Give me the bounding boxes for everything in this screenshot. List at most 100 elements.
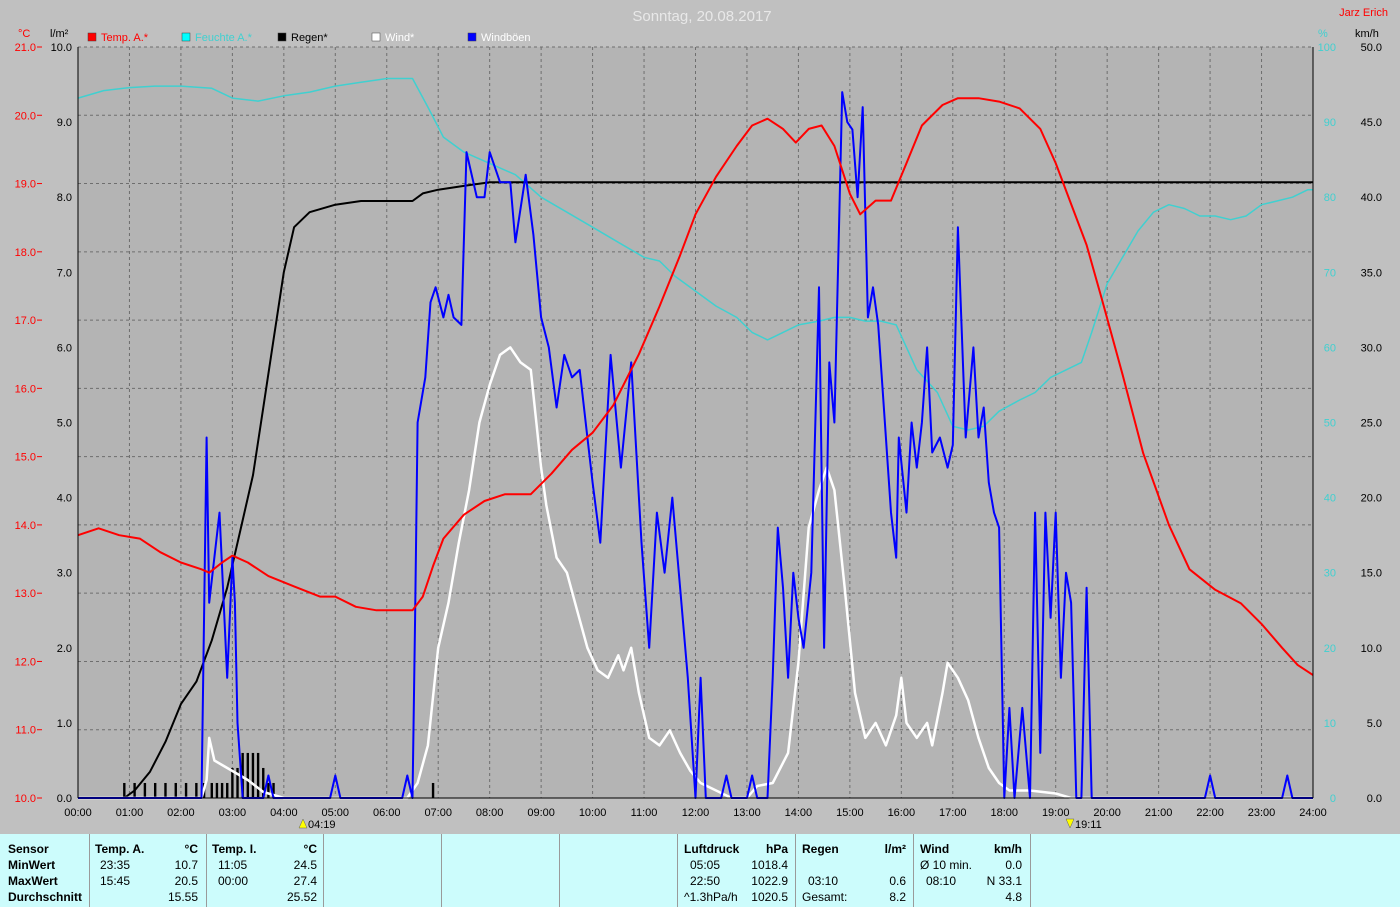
temp-tick-label: 16.0 xyxy=(15,383,36,395)
rain-max-value: 0.6 xyxy=(889,874,906,888)
temp-a-unit: °C xyxy=(184,842,198,856)
rain-tick-label: 1.0 xyxy=(57,718,72,730)
column-divider xyxy=(795,834,796,907)
rain-unit-label: l/m² xyxy=(50,28,69,40)
temp-i-unit: °C xyxy=(303,842,317,856)
pressure-max-time: 22:50 xyxy=(690,874,721,888)
temp-a-min-time: 23:35 xyxy=(100,858,131,872)
rain-max-time: 03:10 xyxy=(808,874,839,888)
wind-header: Wind xyxy=(920,842,950,856)
x-tick-label: 23:00 xyxy=(1248,807,1276,819)
wind-tick-label: 15.0 xyxy=(1361,568,1382,580)
humidity-tick-label: 60 xyxy=(1324,342,1336,354)
column-divider xyxy=(677,834,678,907)
x-tick-label: 20:00 xyxy=(1093,807,1121,819)
row-label-max: MaxWert xyxy=(8,874,58,888)
author-label: Jarz Erich xyxy=(1339,7,1388,19)
rain-bar xyxy=(210,782,213,798)
legend-swatch xyxy=(467,32,477,42)
rain-bar xyxy=(431,782,435,798)
rain-bar xyxy=(184,782,188,798)
rain-tick-label: 8.0 xyxy=(57,192,72,204)
rain-bar xyxy=(164,782,167,798)
rain-bar xyxy=(246,752,250,798)
rain-bar xyxy=(256,752,260,798)
rain-header: Regen xyxy=(802,842,839,856)
x-tick-label: 10:00 xyxy=(579,807,607,819)
rain-bar xyxy=(195,782,198,798)
column-divider xyxy=(441,834,442,907)
legend-swatch xyxy=(87,32,97,42)
temp-tick-label: 11.0 xyxy=(15,725,36,737)
temp-a-max-time: 15:45 xyxy=(100,874,131,888)
rain-bar xyxy=(153,782,157,798)
legend-label: Regen* xyxy=(291,32,328,44)
legend-label: Windböen xyxy=(481,32,531,44)
temp-i-header: Temp. I. xyxy=(212,842,257,856)
temp-tick-label: 13.0 xyxy=(15,588,36,600)
chart-title: Sonntag, 20.08.2017 xyxy=(632,8,771,25)
x-tick-label: 19:00 xyxy=(1042,807,1070,819)
temp-tick-label: 14.0 xyxy=(15,520,36,532)
x-tick-label: 17:00 xyxy=(939,807,967,819)
temp-i-min-value: 24.5 xyxy=(293,858,317,872)
x-tick-label: 08:00 xyxy=(476,807,504,819)
rain-bar xyxy=(143,782,147,798)
wind-tick-label: 10.0 xyxy=(1361,643,1382,655)
x-tick-label: 11:00 xyxy=(631,807,658,819)
column-divider xyxy=(913,834,914,907)
rain-bar xyxy=(215,782,219,798)
x-tick-label: 03:00 xyxy=(219,807,247,819)
rain-tick-label: 6.0 xyxy=(57,342,72,354)
humidity-tick-label: 30 xyxy=(1324,568,1336,580)
pressure-unit: hPa xyxy=(765,842,788,856)
legend-label: Feuchte A.* xyxy=(195,32,253,44)
x-tick-label: 21:00 xyxy=(1145,807,1173,819)
x-tick-label: 01:00 xyxy=(116,807,144,819)
column-divider xyxy=(323,834,324,907)
rain-tick-label: 9.0 xyxy=(57,117,72,129)
temp-a-header: Temp. A. xyxy=(95,842,145,856)
wind-tick-label: 45.0 xyxy=(1361,117,1382,129)
temp-i-max-value: 27.4 xyxy=(293,874,317,888)
wind-unit-label: km/h xyxy=(1355,28,1379,40)
rain-unit: l/m² xyxy=(884,842,906,856)
rain-tick-label: 10.0 xyxy=(51,42,72,54)
wind-tick-label: 0.0 xyxy=(1367,793,1382,805)
weather-chart: 21.0 20.0 19.0 18.0 17.0 16.0 15.0 14.0 13.0 12.0… xyxy=(0,0,1400,830)
pressure-min-time: 05:05 xyxy=(690,858,721,872)
rain-bar xyxy=(220,782,224,798)
temp-tick-label: 17.0 xyxy=(15,315,36,327)
row-label-min: MinWert xyxy=(8,858,56,872)
temp-a-min-value: 10.7 xyxy=(174,858,198,872)
wind-avg10-label: Ø 10 min. xyxy=(920,858,973,872)
rain-total-label: Gesamt: xyxy=(802,890,848,904)
humidity-tick-label: 20 xyxy=(1324,643,1336,655)
rain-tick-label: 7.0 xyxy=(57,267,72,279)
wind-max-value: N 33.1 xyxy=(986,874,1022,888)
humidity-tick-label: 100 xyxy=(1318,42,1336,54)
rain-bar xyxy=(123,782,126,798)
temp-tick-label: 15.0 xyxy=(15,452,36,464)
rain-tick-label: 3.0 xyxy=(57,568,72,580)
legend-swatch xyxy=(277,32,287,42)
column-divider xyxy=(559,834,560,907)
x-tick-label: 05:00 xyxy=(322,807,350,819)
humidity-tick-label: 50 xyxy=(1324,418,1336,430)
wind-tick-label: 40.0 xyxy=(1361,192,1382,204)
humidity-tick-label: 10 xyxy=(1324,718,1336,730)
rain-bar xyxy=(251,752,255,798)
statistics-table: Sensor MinWert MaxWert Durchschnitt Temp… xyxy=(0,834,1400,907)
temp-a-avg-value: 15.55 xyxy=(167,890,198,904)
column-divider xyxy=(1030,834,1031,907)
wind-avg-value: 4.8 xyxy=(1005,890,1022,904)
rain-tick-label: 4.0 xyxy=(57,493,72,505)
row-label-avg: Durchschnitt xyxy=(8,890,83,904)
wind-unit: km/h xyxy=(993,842,1022,856)
wind-tick-label: 5.0 xyxy=(1367,718,1382,730)
wind-tick-label: 35.0 xyxy=(1361,267,1382,279)
humidity-unit-label: % xyxy=(1318,28,1328,40)
wind-tick-label: 30.0 xyxy=(1361,342,1382,354)
temp-i-max-time: 00:00 xyxy=(218,874,249,888)
wind-max-time: 08:10 xyxy=(926,874,957,888)
